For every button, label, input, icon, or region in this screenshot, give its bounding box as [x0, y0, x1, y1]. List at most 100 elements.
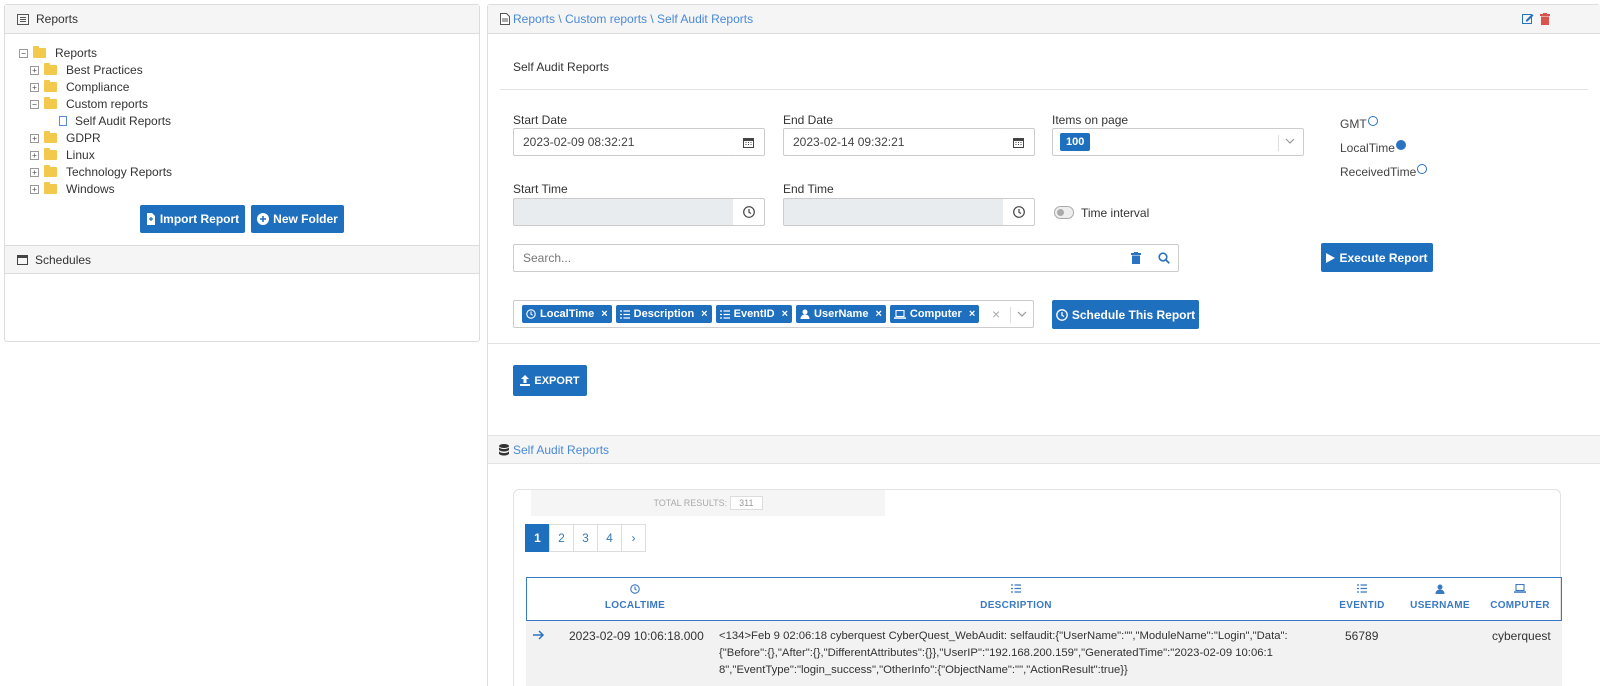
search-button[interactable]: [1150, 244, 1179, 272]
remove-chip-icon[interactable]: ×: [601, 308, 607, 320]
column-chip-localtime[interactable]: LocalTime ×: [522, 305, 612, 323]
file-import-icon: [146, 213, 156, 225]
collapse-icon[interactable]: −: [19, 48, 28, 58]
remove-chip-icon[interactable]: ×: [701, 308, 707, 320]
tz-gmt-option[interactable]: GMT: [1340, 116, 1378, 131]
list-icon: [17, 13, 29, 25]
items-on-page-select[interactable]: 100: [1052, 128, 1304, 156]
tree-item-self-audit-reports[interactable]: Self Audit Reports: [59, 113, 171, 129]
search-icon: [1158, 252, 1170, 264]
clear-all-icon[interactable]: ×: [992, 306, 1000, 322]
expand-icon[interactable]: +: [30, 150, 39, 160]
chevron-down-icon[interactable]: [1017, 309, 1027, 319]
next-page-button[interactable]: ›: [621, 524, 646, 552]
folder-icon: [44, 63, 57, 75]
user-icon: [1405, 584, 1475, 598]
tree-item-reports[interactable]: − Reports: [19, 45, 97, 61]
end-time-clock-button[interactable]: [1003, 198, 1035, 226]
clock-icon: [1012, 206, 1025, 218]
start-time-input[interactable]: [513, 198, 734, 226]
page-4-button[interactable]: 4: [597, 524, 622, 552]
folder-icon: [44, 148, 57, 160]
edit-icon[interactable]: [1522, 13, 1534, 25]
results-title[interactable]: Self Audit Reports: [513, 443, 609, 457]
list-icon: [966, 584, 1066, 598]
expand-icon[interactable]: +: [30, 184, 39, 194]
remove-chip-icon[interactable]: ×: [969, 308, 975, 320]
expand-icon[interactable]: +: [30, 82, 39, 92]
import-report-button[interactable]: Import Report: [140, 205, 245, 233]
tree-item-linux[interactable]: + Linux: [30, 147, 95, 163]
localtime-radio[interactable]: [1395, 140, 1406, 150]
tz-localtime-option[interactable]: LocalTime: [1340, 140, 1406, 155]
report-file-icon: [500, 13, 510, 25]
laptop-icon: [1485, 583, 1555, 598]
tree-item-gdpr[interactable]: + GDPR: [30, 130, 101, 146]
expand-icon[interactable]: +: [30, 65, 39, 75]
gmt-radio[interactable]: [1367, 116, 1378, 126]
collapse-icon[interactable]: −: [30, 99, 39, 109]
clock-icon: [1055, 308, 1068, 321]
search-input[interactable]: Search...: [513, 244, 1123, 272]
new-folder-button[interactable]: New Folder: [251, 205, 344, 233]
th-localtime[interactable]: LOCALTIME: [585, 584, 685, 611]
tree-item-technology-reports[interactable]: + Technology Reports: [30, 164, 172, 180]
th-computer[interactable]: COMPUTER: [1485, 583, 1555, 611]
end-date-calendar-button[interactable]: [1003, 128, 1035, 156]
time-interval-toggle[interactable]: [1054, 206, 1074, 219]
tree-item-compliance[interactable]: + Compliance: [30, 79, 129, 95]
tree-item-best-practices[interactable]: + Best Practices: [30, 62, 143, 78]
chevron-down-icon[interactable]: [1285, 136, 1295, 146]
breadcrumb-path[interactable]: Reports \ Custom reports \ Self Audit Re…: [513, 12, 753, 26]
play-icon: [1326, 252, 1336, 263]
folder-icon: [33, 46, 46, 58]
page-1-button[interactable]: 1: [525, 524, 550, 552]
items-on-page-label: Items on page: [1052, 113, 1129, 127]
expand-icon[interactable]: +: [30, 167, 39, 177]
columns-multiselect[interactable]: LocalTime × Description × EventID × UserNam…: [513, 300, 1034, 328]
page-3-button[interactable]: 3: [573, 524, 598, 552]
schedule-report-button[interactable]: Schedule This Report: [1052, 300, 1199, 329]
items-on-page-value: 100: [1060, 133, 1091, 151]
column-chip-description[interactable]: Description ×: [615, 305, 712, 323]
th-description[interactable]: DESCRIPTION: [966, 584, 1066, 611]
start-date-calendar-button[interactable]: [733, 128, 765, 156]
end-date-label: End Date: [783, 113, 834, 127]
start-time-label: Start Time: [513, 182, 568, 196]
column-chip-username[interactable]: UserName ×: [796, 305, 886, 323]
end-time-input[interactable]: [783, 198, 1004, 226]
document-icon: [59, 116, 67, 126]
column-chip-eventid[interactable]: EventID ×: [715, 305, 793, 323]
th-username[interactable]: USERNAME: [1405, 584, 1475, 611]
trash-icon[interactable]: [1540, 13, 1550, 25]
tree-item-windows[interactable]: + Windows: [30, 181, 115, 197]
remove-chip-icon[interactable]: ×: [782, 308, 788, 320]
start-date-input[interactable]: 2023-02-09 08:32:21: [513, 128, 734, 156]
start-date-label: Start Date: [513, 113, 568, 127]
plus-circle-icon: [257, 213, 270, 225]
tz-receivedtime-option[interactable]: ReceivedTime: [1340, 164, 1428, 179]
cell-localtime: 2023-02-09 10:06:18.000: [569, 629, 704, 643]
receivedtime-radio[interactable]: [1417, 164, 1428, 174]
th-eventid[interactable]: EVENTID: [1327, 584, 1397, 611]
end-date-input[interactable]: 2023-02-14 09:32:21: [783, 128, 1004, 156]
execute-report-button[interactable]: Execute Report: [1321, 243, 1433, 272]
expand-icon[interactable]: +: [30, 133, 39, 143]
column-chip-computer[interactable]: Computer ×: [889, 305, 980, 323]
upload-icon: [520, 375, 531, 386]
page-2-button[interactable]: 2: [549, 524, 574, 552]
total-results-bar: TOTAL RESULTS: 311: [531, 490, 885, 516]
row-expand-arrow-icon[interactable]: [533, 630, 545, 640]
end-time-label: End Time: [783, 182, 834, 196]
start-time-clock-button[interactable]: [733, 198, 765, 226]
tree-item-custom-reports[interactable]: − Custom reports: [30, 96, 148, 112]
ordered-list-icon: [1327, 584, 1397, 598]
clear-search-button[interactable]: [1122, 244, 1151, 272]
remove-chip-icon[interactable]: ×: [875, 308, 881, 320]
divider: [488, 343, 1600, 344]
reports-panel-title: Reports: [36, 12, 79, 26]
schedules-header[interactable]: Schedules: [5, 245, 479, 274]
user-icon: [800, 309, 810, 319]
export-button[interactable]: EXPORT: [513, 365, 587, 396]
database-icon: [499, 443, 509, 456]
